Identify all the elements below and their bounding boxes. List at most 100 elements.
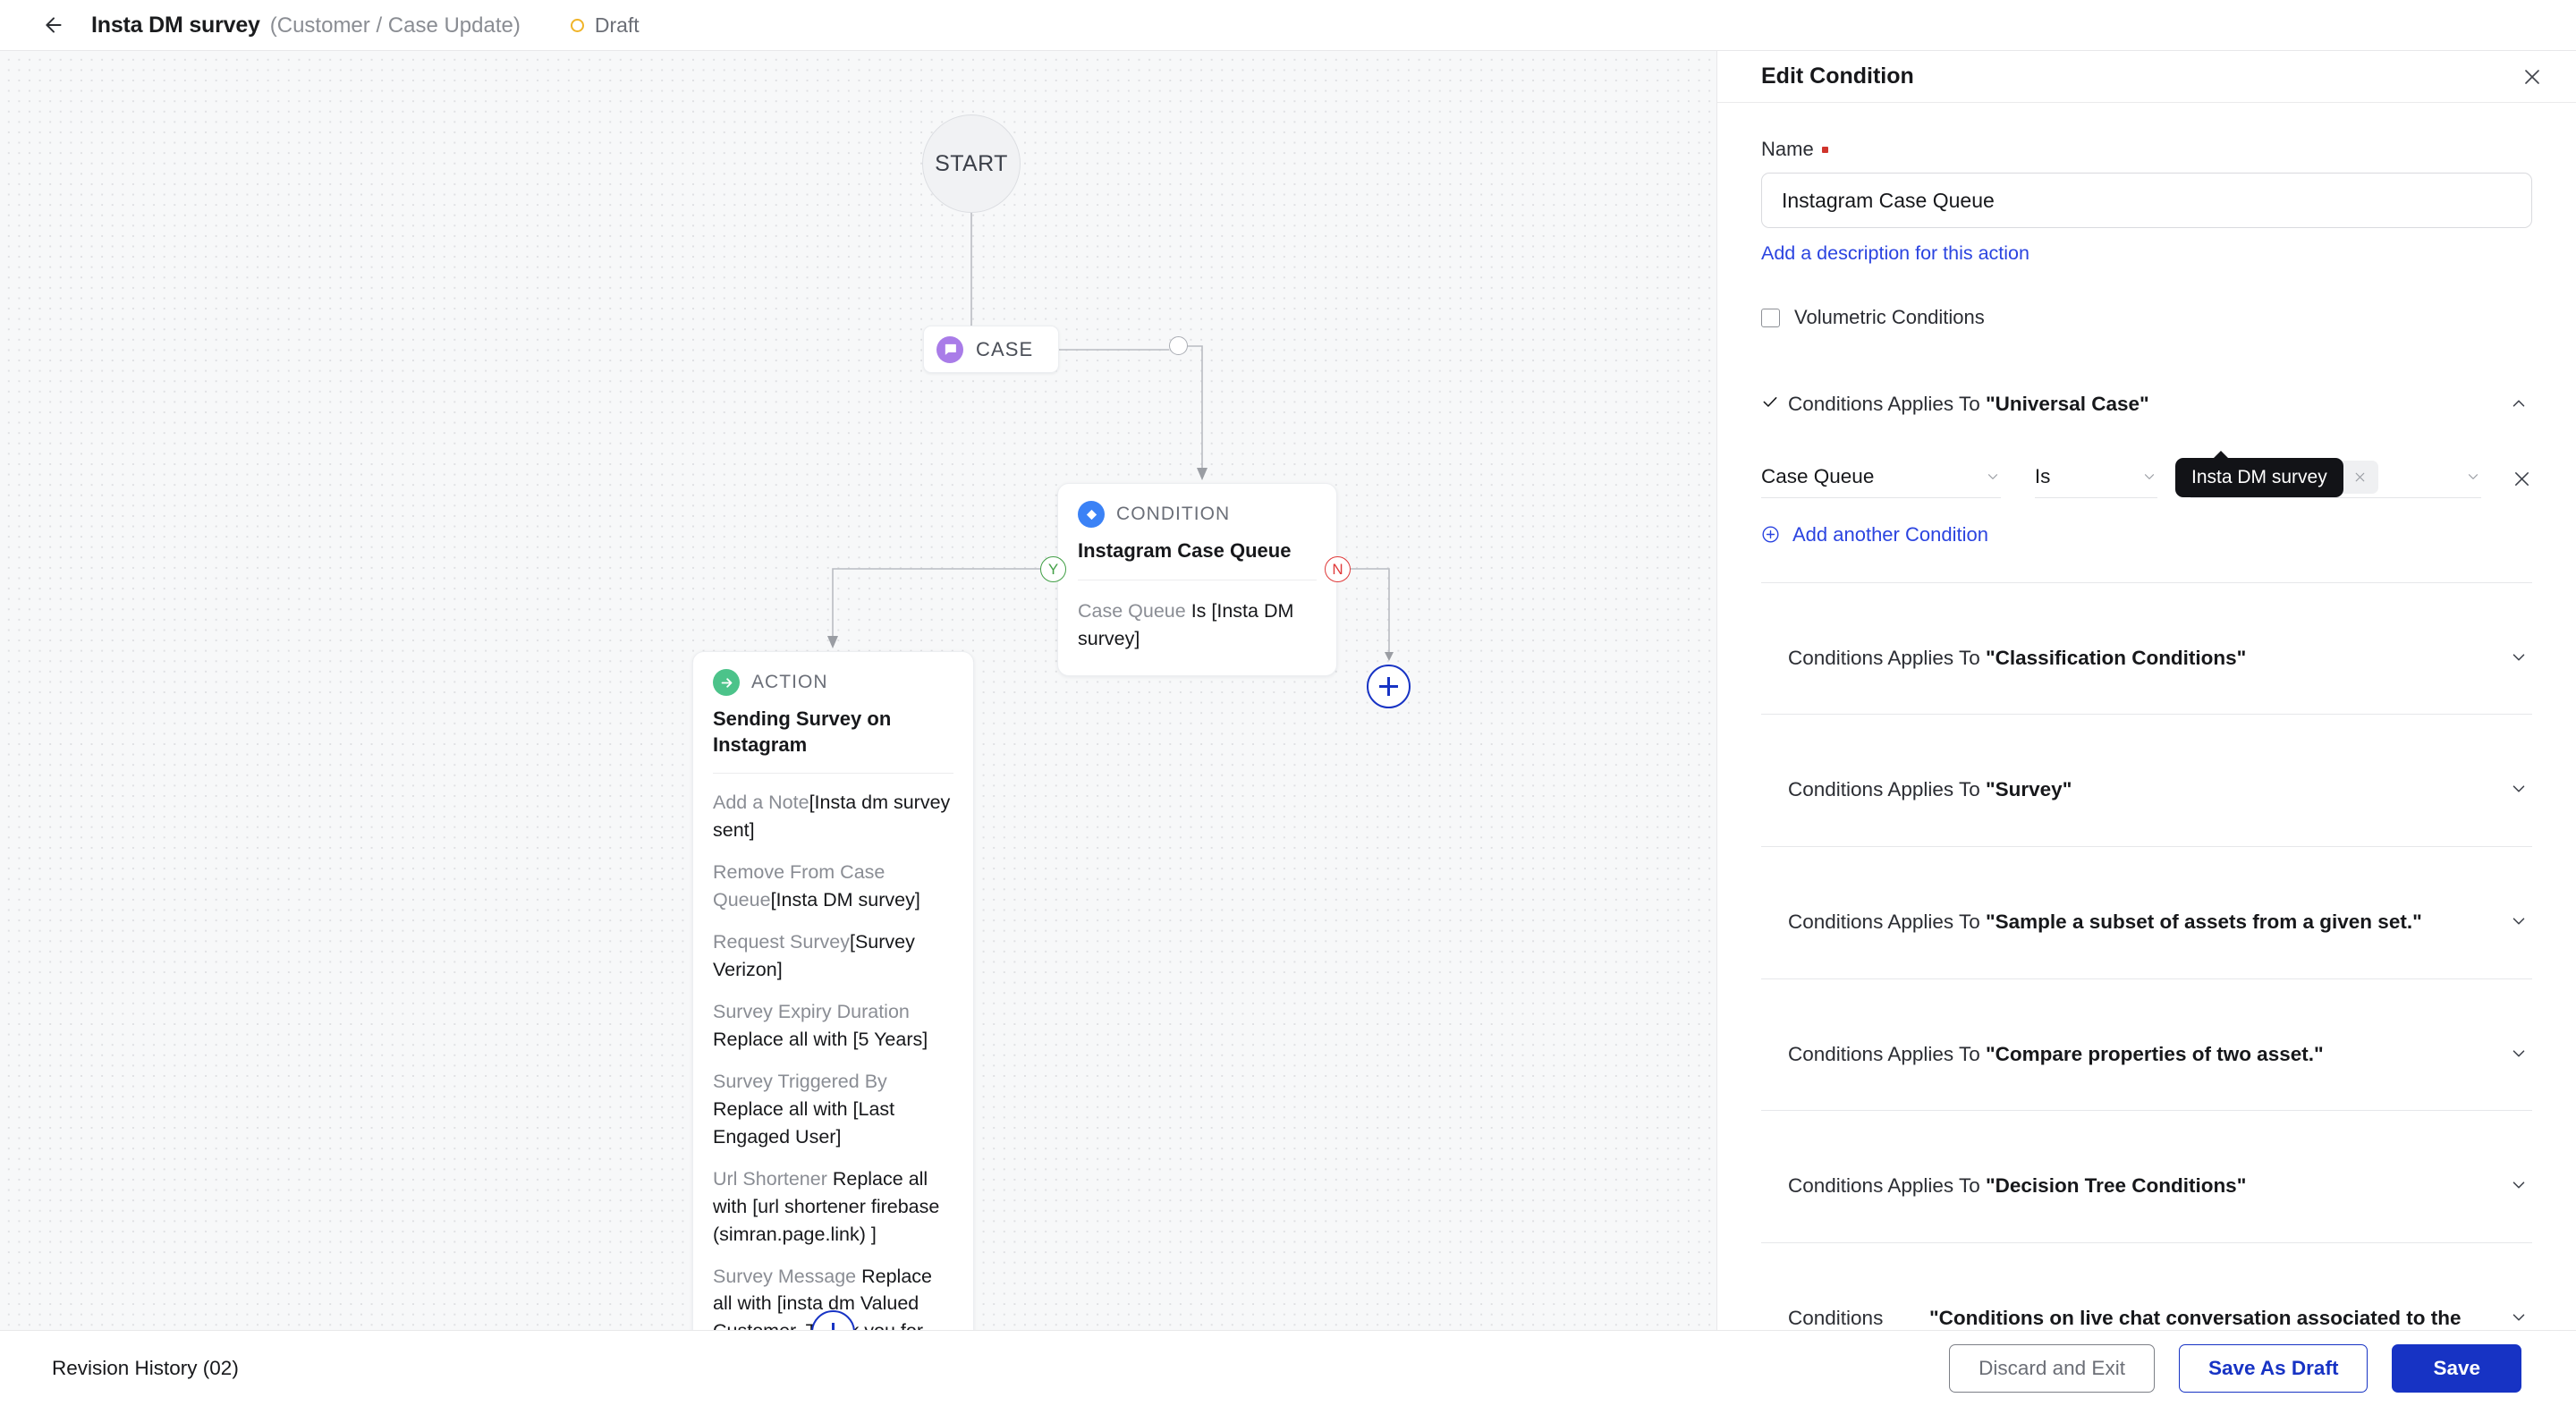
condition-node-name: Instagram Case Queue — [1078, 539, 1292, 562]
condition-row: Case Queue Is Insta DM survey — [1761, 457, 2532, 498]
action-item: Survey Expiry Duration Replace all with … — [713, 998, 953, 1054]
add-node-button-right[interactable] — [1367, 665, 1411, 708]
action-item-label: Add a Note — [713, 792, 809, 814]
panel-scroll-area[interactable]: Name Add a description for this action V… — [1717, 103, 2576, 1330]
name-label-text: Name — [1761, 138, 1814, 160]
action-item-label: Survey Message — [713, 1265, 862, 1287]
chevron-down-icon[interactable] — [2465, 469, 2481, 485]
chevron-down-icon[interactable] — [2505, 1040, 2532, 1063]
accordion-title: Conditions Applies To "Classification Co… — [1788, 644, 2505, 673]
accordion-title-lead: Conditions Applies To — [1788, 910, 1986, 933]
footer-bar: Revision History (02) Discard and Exit S… — [0, 1330, 2576, 1406]
start-label: START — [935, 150, 1008, 176]
accordion-title-name: "Decision Tree Conditions" — [1985, 1174, 2247, 1198]
divider — [1761, 1110, 2532, 1112]
condition-node[interactable]: CONDITION Instagram Case Queue Case Queu… — [1057, 483, 1337, 676]
chevron-down-icon[interactable] — [2141, 469, 2157, 485]
status-dot-icon — [570, 18, 584, 32]
chevron-up-icon[interactable] — [2505, 390, 2532, 413]
add-description-link[interactable]: Add a description for this action — [1761, 242, 2029, 265]
body-split: START CASE CONDITION Instagram Case Queu… — [0, 51, 2576, 1330]
case-output-port[interactable] — [1169, 336, 1188, 355]
save-button[interactable]: Save — [2392, 1344, 2521, 1393]
accordion-check-slot — [1761, 775, 1788, 778]
accordion-title-lead: Conditions Applies To — [1788, 393, 1986, 415]
volumetric-conditions-checkbox[interactable]: Volumetric Conditions — [1761, 306, 2532, 329]
conditions-accordion-list: Conditions Applies To "Universal Case" Ca… — [1761, 370, 2532, 1330]
action-node[interactable]: ACTION Sending Survey on Instagram Add a… — [692, 651, 974, 1330]
check-icon — [1761, 390, 1788, 415]
condition-no-port[interactable]: N — [1325, 556, 1351, 582]
flow-subtitle: (Customer / Case Update) — [269, 13, 521, 38]
accordion-check-slot — [1761, 908, 1788, 911]
panel-title: Edit Condition — [1761, 64, 1914, 89]
accordion-section: Conditions Applies To "Sample a subset o… — [1761, 888, 2532, 979]
divider — [1761, 581, 2532, 583]
action-item-list: Add a Note[Insta dm survey sent] Remove F… — [713, 789, 953, 1330]
action-item-label: Survey Triggered By — [713, 1070, 887, 1092]
required-indicator-icon — [1821, 146, 1828, 153]
condition-node-header: CONDITION — [1078, 501, 1317, 528]
accordion-header[interactable]: Conditions Applies To "Decision Tree Con… — [1761, 1152, 2532, 1221]
condition-rows: Case Queue Is Insta DM survey Add another C… — [1761, 457, 2532, 552]
accordion-header[interactable]: Conditions Applies To "Compare propertie… — [1761, 1021, 2532, 1089]
discard-and-exit-button[interactable]: Discard and Exit — [1949, 1344, 2155, 1393]
accordion-section: Conditions Applies To "Compare propertie… — [1761, 1021, 2532, 1112]
accordion-check-slot — [1761, 1040, 1788, 1043]
accordion-title-lead: Conditions Applies To — [1788, 1174, 1986, 1198]
flow-canvas[interactable]: START CASE CONDITION Instagram Case Queu… — [0, 51, 1716, 1330]
action-item-label: Url Shortener — [713, 1167, 833, 1190]
condition-yes-port[interactable]: Y — [1040, 556, 1066, 582]
action-item: Request Survey[Survey Verizon] — [713, 928, 953, 984]
name-input[interactable] — [1761, 173, 2532, 228]
accordion-title-name: "Conditions on live chat conversation as… — [1929, 1306, 2462, 1329]
accordion-title-name: "Compare properties of two asset." — [1985, 1042, 2324, 1065]
close-icon[interactable] — [2521, 66, 2543, 88]
accordion-title-name: "Sample a subset of assets from a given … — [1985, 910, 2422, 933]
revision-history-link[interactable]: Revision History (02) — [52, 1357, 239, 1380]
accordion-header[interactable]: Conditions Applies To "Conditions on live… — [1761, 1284, 2532, 1330]
condition-node-expression: Case Queue Is [Insta DM survey] — [1078, 597, 1317, 653]
close-icon[interactable] — [2352, 470, 2368, 485]
save-as-draft-button[interactable]: Save As Draft — [2178, 1344, 2368, 1393]
app-root: Insta DM survey (Customer / Case Update)… — [0, 0, 2576, 1406]
condition-operator-value: Is — [2034, 465, 2051, 488]
condition-expr-field: Case Queue — [1078, 599, 1186, 622]
action-node-name: Sending Survey on Instagram — [713, 707, 892, 756]
accordion-section: Conditions Applies To "Classification Co… — [1761, 624, 2532, 716]
checkbox-icon — [1761, 308, 1780, 327]
diamond-icon — [1078, 501, 1105, 528]
chevron-down-icon[interactable] — [2505, 644, 2532, 667]
back-arrow-icon[interactable] — [36, 7, 72, 43]
chevron-down-icon[interactable] — [2505, 1304, 2532, 1327]
divider — [1761, 714, 2532, 716]
accordion-title: Conditions Applies To "Sample a subset o… — [1788, 908, 2505, 937]
top-bar: Insta DM survey (Customer / Case Update)… — [0, 0, 2576, 51]
start-node[interactable]: START — [922, 114, 1021, 213]
case-node[interactable]: CASE — [923, 326, 1060, 373]
chevron-down-icon[interactable] — [2505, 775, 2532, 799]
accordion-section: Conditions Applies To "Universal Case" Ca… — [1761, 370, 2532, 583]
add-another-condition-button[interactable]: Add another Condition — [1761, 523, 2532, 546]
accordion-header[interactable]: Conditions Applies To "Survey" — [1761, 756, 2532, 825]
action-node-kind: ACTION — [751, 672, 828, 692]
condition-operator-select[interactable]: Is — [2034, 457, 2157, 498]
divider — [1761, 845, 2532, 847]
accordion-title: Conditions Applies To "Survey" — [1788, 775, 2505, 805]
arrow-right-circle-icon — [713, 669, 740, 696]
accordion-header[interactable]: Conditions Applies To "Classification Co… — [1761, 624, 2532, 693]
condition-field-select[interactable]: Case Queue — [1761, 457, 2001, 498]
accordion-check-slot — [1761, 1304, 1788, 1307]
accordion-header[interactable]: Conditions Applies To "Universal Case" — [1761, 370, 2532, 439]
accordion-title-lead: Conditions Applies To — [1788, 778, 1986, 801]
action-item: Url Shortener Replace all with [url shor… — [713, 1165, 953, 1249]
action-item-value: [Insta DM survey] — [770, 889, 920, 911]
chevron-down-icon[interactable] — [2505, 908, 2532, 931]
remove-condition-row-button[interactable] — [2512, 469, 2532, 498]
accordion-section: Conditions Applies To "Survey" — [1761, 756, 2532, 847]
case-node-label: CASE — [976, 337, 1034, 360]
accordion-header[interactable]: Conditions Applies To "Sample a subset o… — [1761, 888, 2532, 957]
chevron-down-icon[interactable] — [1985, 469, 2001, 485]
edit-condition-panel: Edit Condition Name Add a description fo… — [1716, 51, 2576, 1330]
chevron-down-icon[interactable] — [2505, 1172, 2532, 1195]
